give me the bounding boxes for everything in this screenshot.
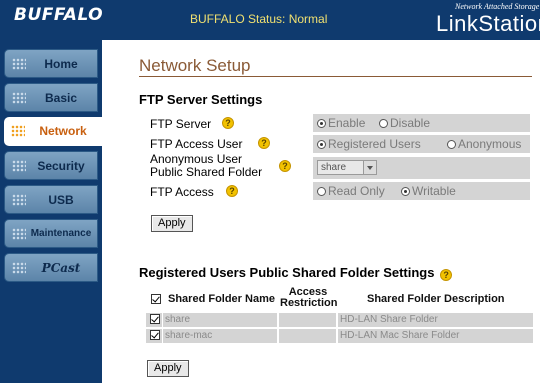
- grip-icon: [12, 228, 26, 240]
- column-header-description: Shared Folder Description: [367, 293, 505, 305]
- radio-label: Anonymous: [458, 137, 522, 151]
- sidebar-item-label: Maintenance: [30, 228, 92, 239]
- sidebar-item-basic[interactable]: Basic: [4, 83, 98, 112]
- select-all-checkbox[interactable]: [151, 294, 161, 304]
- radio-label: Enable: [328, 116, 366, 130]
- ftp-access-user-label: FTP Access User: [150, 137, 243, 151]
- sidebar-item-label: USB: [48, 193, 74, 207]
- ftp-server-label: FTP Server: [150, 117, 212, 131]
- registered-users-radio[interactable]: Registered Users: [317, 137, 421, 151]
- folder-name-cell: share-mac: [163, 329, 277, 343]
- radio-selected-icon: [317, 119, 326, 129]
- help-icon[interactable]: ?: [258, 137, 270, 149]
- grip-icon: [12, 160, 26, 172]
- anonymous-folder-cell: share: [313, 157, 530, 179]
- brand-logo: BUFFALO: [14, 5, 104, 25]
- access-cell: [279, 329, 336, 343]
- header-bar: BUFFALO BUFFALO Status: Normal Network A…: [0, 0, 540, 40]
- ftp-access-options: Read Only Writable: [313, 182, 530, 200]
- row-checkbox-cell: [146, 329, 162, 343]
- help-icon[interactable]: ?: [226, 185, 238, 197]
- sidebar-item-maintenance[interactable]: Maintenance: [4, 219, 98, 248]
- grip-icon: [12, 262, 26, 274]
- ftp-server-enable-radio[interactable]: Enable: [317, 116, 365, 130]
- radio-icon: [447, 140, 456, 150]
- ftp-apply-button[interactable]: Apply: [151, 215, 193, 232]
- radio-icon: [379, 119, 388, 129]
- sidebar-item-home[interactable]: Home: [4, 49, 98, 78]
- registered-users-heading: Registered Users Public Shared Folder Se…: [139, 265, 453, 281]
- select-value: share: [321, 162, 347, 173]
- radio-selected-icon: [317, 140, 326, 150]
- grip-icon: [12, 58, 26, 70]
- ftp-server-options: Enable Disable: [313, 114, 530, 132]
- heading-text: Registered Users Public Shared Folder Se…: [139, 265, 435, 280]
- ftp-server-disable-radio[interactable]: Disable: [379, 116, 430, 130]
- title-divider: [139, 76, 532, 77]
- sidebar: Home Basic Network Security USB Maintena…: [0, 40, 102, 383]
- sidebar-item-label: Basic: [44, 91, 78, 105]
- grip-icon: [12, 194, 26, 206]
- ftp-access-label: FTP Access: [150, 185, 214, 199]
- description-cell: HD-LAN Share Folder: [338, 313, 533, 327]
- grip-icon: [12, 92, 26, 104]
- grip-icon: [11, 125, 25, 137]
- radio-label: Writable: [412, 184, 456, 198]
- writable-radio[interactable]: Writable: [401, 184, 456, 198]
- radio-label: Registered Users: [328, 137, 421, 151]
- pcast-logo: PCast: [41, 261, 81, 275]
- help-icon[interactable]: ?: [222, 117, 234, 129]
- column-header-access: Access Restriction: [280, 287, 338, 309]
- row-checkbox-cell: [146, 313, 162, 327]
- row-checkbox[interactable]: [150, 314, 160, 325]
- ftp-access-user-options: Registered Users Anonymous: [313, 135, 530, 153]
- radio-icon: [317, 187, 326, 197]
- folder-name-cell: share: [163, 313, 277, 327]
- help-icon[interactable]: ?: [440, 269, 453, 281]
- sidebar-item-security[interactable]: Security: [4, 151, 98, 180]
- radio-label: Disable: [390, 116, 431, 130]
- anonymous-folder-label: Anonymous User Public Shared Folder: [150, 153, 262, 179]
- table-row: share HD-LAN Share Folder: [146, 313, 533, 327]
- header-line: Restriction: [280, 297, 338, 309]
- access-cell: [279, 313, 336, 327]
- radio-selected-icon: [401, 187, 410, 197]
- sidebar-item-pcast[interactable]: PCast: [4, 253, 98, 282]
- chevron-down-icon: [363, 161, 376, 174]
- status-text: BUFFALO Status: Normal: [190, 12, 328, 26]
- product-name: LinkStation: [436, 11, 540, 36]
- shared-folder-apply-button[interactable]: Apply: [147, 360, 189, 377]
- table-row: share-mac HD-LAN Mac Share Folder: [146, 329, 533, 343]
- ftp-section-heading: FTP Server Settings: [139, 92, 263, 107]
- description-cell: HD-LAN Mac Share Folder: [338, 329, 533, 343]
- read-only-radio[interactable]: Read Only: [317, 184, 385, 198]
- anonymous-radio[interactable]: Anonymous: [447, 137, 521, 151]
- label-line: Public Shared Folder: [150, 165, 263, 179]
- sidebar-item-network[interactable]: Network: [4, 117, 102, 146]
- product-subtitle: Network Attached Storage: [455, 2, 540, 11]
- sidebar-item-label: Security: [37, 159, 85, 173]
- radio-label: Read Only: [328, 184, 385, 198]
- row-checkbox[interactable]: [150, 330, 160, 341]
- sidebar-item-label: Network: [39, 124, 87, 138]
- sidebar-item-usb[interactable]: USB: [4, 185, 98, 214]
- sidebar-item-label: Home: [44, 57, 78, 71]
- help-icon[interactable]: ?: [279, 160, 291, 172]
- column-header-name: Shared Folder Name: [168, 293, 275, 305]
- anonymous-folder-select[interactable]: share: [317, 160, 377, 175]
- page-title: Network Setup: [139, 56, 251, 75]
